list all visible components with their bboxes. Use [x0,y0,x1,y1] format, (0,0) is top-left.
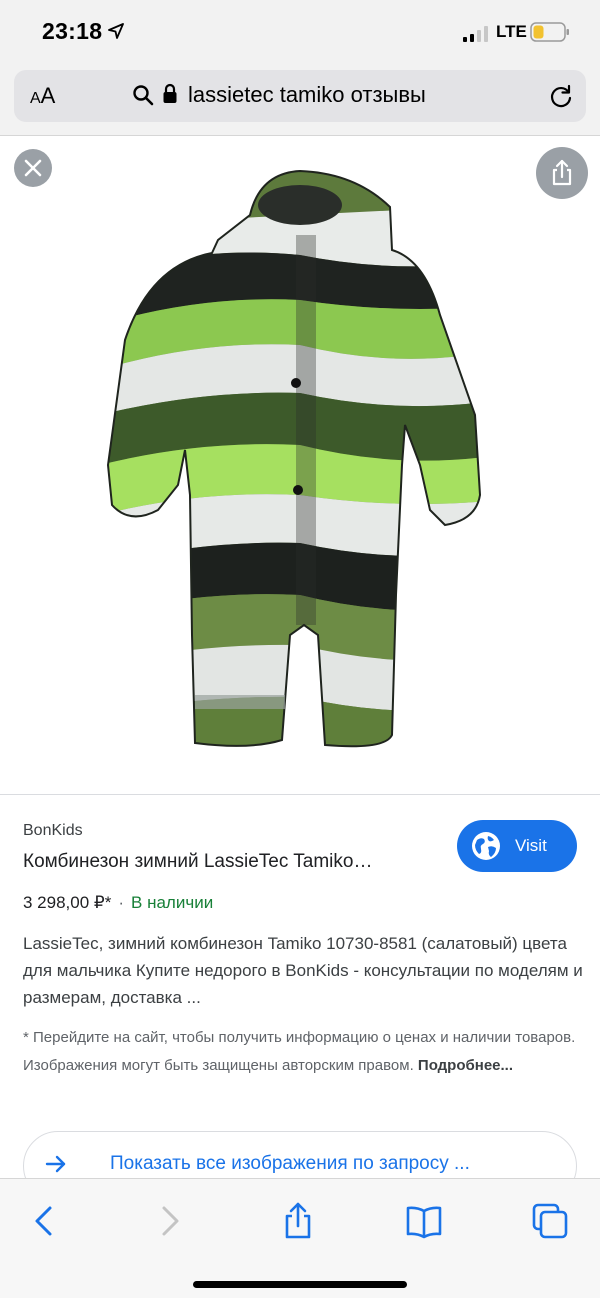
text-size-button[interactable]: AA [30,83,55,109]
share-button[interactable] [536,147,588,199]
availability: В наличии [131,893,214,912]
forward-icon[interactable] [150,1201,190,1241]
price-line: 3 298,00 ₽* · В наличии [23,893,213,913]
share-page-icon[interactable] [278,1201,318,1241]
visit-label: Visit [515,836,547,855]
show-all-label: Показать все изображения по запросу ... [110,1153,470,1174]
status-bar: 23:18 LTE [0,0,600,64]
separator-dot: · [118,893,125,912]
location-arrow-icon [108,23,124,39]
search-icon [133,85,154,106]
more-link[interactable]: Подробнее... [418,1057,513,1074]
status-time: 23:18 [42,18,103,44]
browser-toolbar [0,1178,600,1298]
signal-icon [463,26,488,42]
globe-icon [472,832,500,860]
result-details: BonKids Комбинезон зимний LassieTec Tami… [0,796,600,1201]
result-description: LassieTec, зимний комбинезон Tamiko 1073… [23,934,583,1007]
battery-icon [530,22,569,42]
source-name[interactable]: BonKids [23,822,83,840]
home-indicator [193,1281,407,1288]
price: 3 298,00 ₽* [23,893,112,912]
arrow-right-icon [45,1155,66,1173]
address-bar[interactable]: AA lassietec tamiko отзывы [14,70,586,122]
product-image[interactable] [100,165,500,785]
image-viewer [0,137,600,795]
share-icon [552,159,572,186]
browser-top-bar: AA lassietec tamiko отзывы [0,64,600,136]
visit-button[interactable]: Visit [457,820,577,872]
disclaimer: * Перейдите на сайт, чтобы получить инфо… [23,1024,583,1080]
close-icon [24,159,42,177]
url-text[interactable]: lassietec tamiko отзывы [188,82,426,108]
back-icon[interactable] [24,1201,64,1241]
network-type: LTE [496,22,527,41]
tabs-icon[interactable] [530,1201,570,1241]
lock-icon [163,83,177,103]
reload-icon[interactable] [548,83,574,109]
bookmarks-icon[interactable] [404,1201,444,1241]
close-button[interactable] [14,149,52,187]
result-title[interactable]: Комбинезон зимний LassieTec Tamiko… [23,851,372,873]
